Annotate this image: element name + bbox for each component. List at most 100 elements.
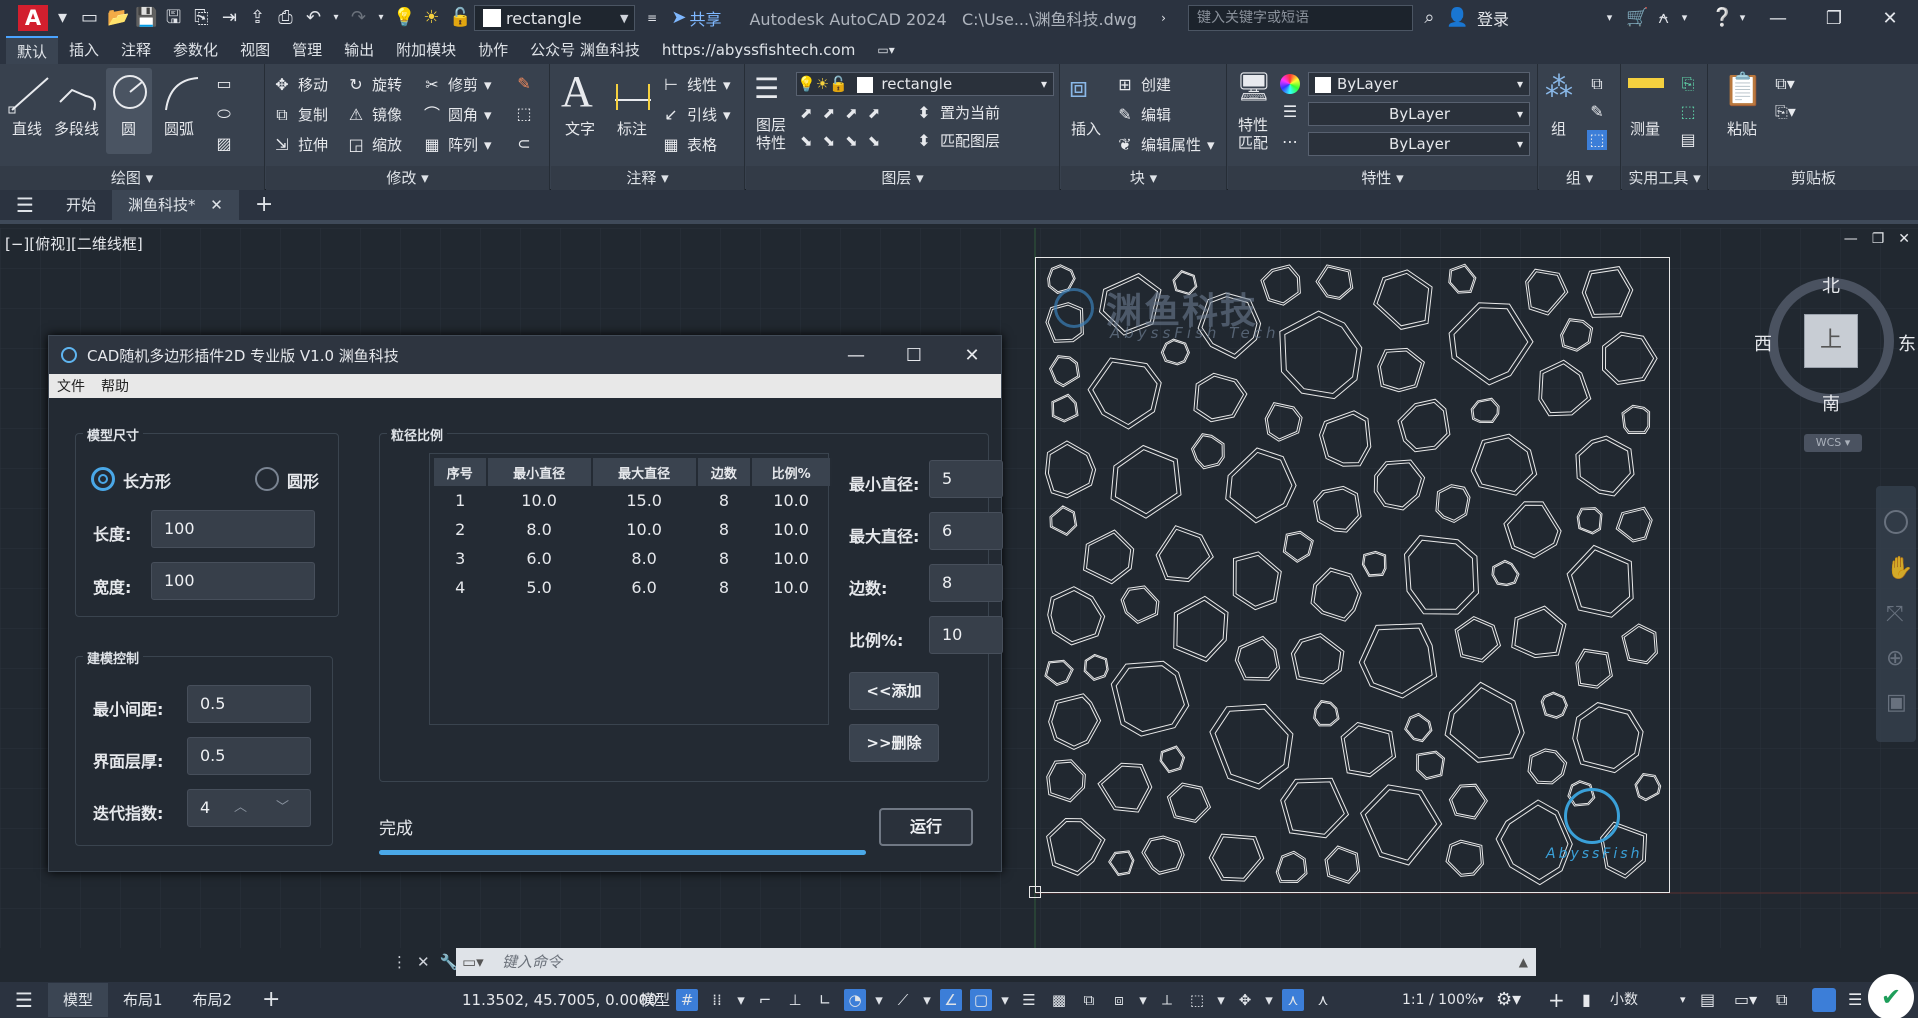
polygon-outer[interactable] xyxy=(1448,263,1477,294)
layer-sun-icon[interactable]: ☀ xyxy=(421,8,442,28)
open-folder-icon[interactable]: 📂 xyxy=(107,8,129,28)
polygon-outer[interactable] xyxy=(1448,783,1489,820)
table-row[interactable]: 2 8.0 10.0 8 10.0 xyxy=(434,515,831,544)
tab-start[interactable]: 开始 xyxy=(50,190,112,220)
polygon-outer[interactable] xyxy=(1051,393,1079,423)
user-icon[interactable]: 👤 xyxy=(1446,8,1468,28)
mirror-button[interactable]: ⚠ 镜像 xyxy=(346,104,402,125)
gizmo-icon[interactable]: ✥ xyxy=(1234,989,1256,1011)
dialog-close-icon[interactable]: ✕ xyxy=(943,336,1001,374)
ortho-icon[interactable]: ∟ xyxy=(814,989,836,1011)
circle-radio[interactable] xyxy=(255,467,279,491)
model-space-toggle[interactable]: 模型 xyxy=(640,982,670,1018)
clipboard-panel-title[interactable]: 剪贴板 xyxy=(1709,166,1918,190)
create-block-button[interactable]: ⊞ 创建 xyxy=(1115,74,1171,95)
redo-dropdown-icon[interactable]: ▾ xyxy=(376,8,386,28)
polygon-inner[interactable] xyxy=(1493,561,1518,585)
polygon-outer[interactable] xyxy=(1046,817,1106,876)
polygon-inner[interactable] xyxy=(1162,340,1189,364)
graphics-performance-icon[interactable] xyxy=(1812,988,1836,1012)
customize-qa-icon[interactable]: ≡ xyxy=(641,8,662,28)
arc-icon[interactable] xyxy=(158,70,206,118)
osnap-icon[interactable]: ▢ xyxy=(970,989,992,1011)
polygon-outer[interactable] xyxy=(1047,586,1106,646)
polygon-outer[interactable] xyxy=(1575,648,1613,689)
paste-label[interactable]: 粘贴 xyxy=(1727,118,1757,139)
linetype-dropdown[interactable]: ByLayer xyxy=(1308,102,1530,126)
zoom-icon[interactable]: ⤧ xyxy=(1886,602,1904,627)
polygon-outer[interactable] xyxy=(1572,702,1644,774)
clean-screen-icon[interactable]: ☰ xyxy=(1848,982,1862,1018)
col-max-d[interactable]: 最大直径 xyxy=(591,458,698,486)
rect-radio-label[interactable]: 长方形 xyxy=(123,468,171,492)
3d-osnap-icon[interactable]: ⧈ xyxy=(1108,989,1130,1011)
polygon-outer[interactable] xyxy=(1046,759,1086,803)
id-point-icon[interactable]: ⎘ xyxy=(1678,74,1698,94)
paste-icon[interactable]: 📋 xyxy=(1723,70,1763,108)
annotation-panel-title[interactable]: 注释 ▾ xyxy=(551,166,744,190)
polygon-inner[interactable] xyxy=(1474,437,1534,493)
compass-south[interactable]: 南 xyxy=(1822,390,1840,416)
annotation-visibility-icon[interactable]: ⋏ xyxy=(1282,989,1304,1011)
polygon-outer[interactable] xyxy=(1190,433,1225,470)
move-button[interactable]: ✥ 移动 xyxy=(272,74,328,95)
polygon-outer[interactable] xyxy=(1279,310,1363,400)
polygon-inner[interactable] xyxy=(1578,508,1602,533)
login-button[interactable]: 登录 xyxy=(1477,6,1509,30)
width-input[interactable]: 100 xyxy=(151,562,315,600)
ucs-origin-grip[interactable] xyxy=(1029,886,1041,898)
leader-button[interactable]: ↙ 引线 ▾ xyxy=(661,104,730,125)
gizmo-dropdown-icon[interactable]: ▾ xyxy=(1264,989,1274,1011)
layer-lock-icon[interactable]: 🔓 xyxy=(449,8,471,28)
command-input[interactable]: ▭▾ 键入命令 ▲ xyxy=(456,948,1536,976)
showmotion-icon[interactable]: ▣ xyxy=(1886,690,1907,715)
dynamic-input-icon[interactable]: ⊥ xyxy=(784,989,806,1011)
units-icon[interactable]: ▮ xyxy=(1582,982,1591,1018)
ungroup-icon[interactable]: ⧉ xyxy=(1587,74,1607,94)
tab-output[interactable]: 输出 xyxy=(333,36,385,64)
polygon-outer[interactable] xyxy=(1324,845,1361,884)
orbit-icon[interactable]: ⊕ xyxy=(1886,646,1904,671)
trim-button[interactable]: ✂ 修剪 ▾ xyxy=(422,74,491,95)
match-properties-label[interactable]: 特性 匹配 xyxy=(1238,116,1268,152)
tab-annotate[interactable]: 注释 xyxy=(110,36,162,64)
polygon-inner[interactable] xyxy=(1542,693,1567,718)
polygon-inner[interactable] xyxy=(1100,765,1150,810)
viewcube-top-face[interactable]: 上 xyxy=(1804,314,1858,368)
polygon-inner[interactable] xyxy=(1266,404,1301,440)
min-d-input[interactable]: 5 xyxy=(929,460,1003,498)
polygon-outer[interactable] xyxy=(1082,529,1135,585)
app-menu-chevron-icon[interactable]: ▾ xyxy=(52,8,73,28)
vp-close-icon[interactable]: ✕ xyxy=(1898,231,1910,247)
polygon-inner[interactable] xyxy=(1143,837,1183,873)
coordinate-readout[interactable]: 11.3502, 45.7005, 0.0000 xyxy=(462,982,658,1018)
linear-button[interactable]: ⊢ 线性 ▾ xyxy=(661,74,731,95)
add-layout-icon[interactable]: + xyxy=(247,983,295,1017)
layer-bulb-icon[interactable]: 💡 xyxy=(393,8,415,28)
scale-button[interactable]: ◲ 缩放 xyxy=(346,134,402,155)
lineweight-dropdown[interactable]: ByLayer xyxy=(1308,132,1530,156)
polyline-icon[interactable] xyxy=(54,70,102,118)
polygon-inner[interactable] xyxy=(1363,552,1386,576)
polygon-outer[interactable] xyxy=(1566,544,1634,618)
polygon-outer[interactable] xyxy=(1120,585,1160,624)
groups-panel-title[interactable]: 组 ▾ xyxy=(1539,166,1620,190)
polygon-outer[interactable] xyxy=(1234,635,1281,681)
workspace-gear-icon[interactable]: ⚙▾ xyxy=(1496,982,1521,1018)
modify-panel-title[interactable]: 修改 ▾ xyxy=(266,166,549,190)
polygon-outer[interactable] xyxy=(1083,653,1109,681)
max-d-input[interactable]: 6 xyxy=(929,512,1003,550)
polygon-inner[interactable] xyxy=(1623,406,1649,433)
insert-label[interactable]: 插入 xyxy=(1071,118,1101,139)
annotation-scale-dropdown-icon[interactable]: ▾ xyxy=(1478,982,1484,1018)
restore-icon[interactable]: ❐ xyxy=(1806,0,1862,36)
tab-manage[interactable]: 管理 xyxy=(281,36,333,64)
lineweight-display-icon[interactable]: ☰ xyxy=(1018,989,1040,1011)
units-dropdown-icon[interactable]: ▾ xyxy=(1680,982,1686,1018)
stepper-down-icon[interactable]: ﹀ xyxy=(276,790,289,826)
wcs-menu[interactable]: WCS ▾ xyxy=(1804,434,1862,452)
polygon-outer[interactable] xyxy=(1525,268,1569,316)
snap-dropdown-icon[interactable]: ▾ xyxy=(736,989,746,1011)
match-layer-button[interactable]: ⬍ 匹配图层 xyxy=(914,130,1000,151)
polygon-outer[interactable] xyxy=(1358,623,1438,699)
